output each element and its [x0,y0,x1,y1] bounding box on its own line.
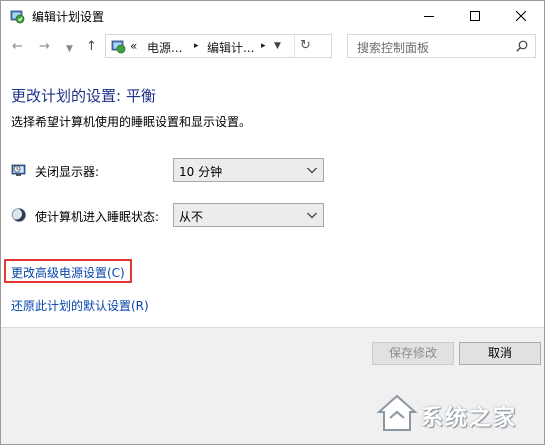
back-arrow-icon[interactable]: ← [12,40,23,54]
chevron-down-icon [307,212,317,219]
edit-plan-settings-window: 编辑计划设置 ← → ▼ ↑ « 电源... ▸ 编辑计... ▸ ▼ ↻ 搜索… [0,0,545,445]
restore-defaults-link[interactable]: 还原此计划的默认设置(R) [11,297,149,314]
up-arrow-icon[interactable]: ↑ [86,40,97,54]
cancel-button[interactable]: 取消 [459,342,541,365]
save-changes-button[interactable]: 保存修改 [372,342,454,365]
page-subtitle: 选择希望计算机使用的睡眠设置和显示设置。 [11,115,252,129]
power-plan-icon [111,40,126,54]
monitor-clock-icon [11,164,26,176]
minimize-icon [424,16,434,17]
address-divider [294,35,295,57]
watermark-text: 系统之家 [421,406,518,431]
chevron-down-icon [307,167,317,174]
breadcrumb-edit-plan[interactable]: 编辑计... [207,39,254,56]
turn-off-display-value: 10 分钟 [179,165,223,179]
maximize-button[interactable] [452,1,498,31]
title-bar: 编辑计划设置 [1,1,544,31]
search-icon[interactable] [516,40,528,52]
sleep-select[interactable]: 从不 [173,203,324,227]
address-dropdown-icon[interactable]: ▼ [274,41,281,51]
breadcrumb-separator-icon[interactable]: ▸ [194,41,199,51]
recent-locations-chevron-icon[interactable]: ▼ [66,42,73,56]
page-title: 更改计划的设置: 平衡 [11,87,156,105]
breadcrumb-power-options[interactable]: 电源... [147,39,182,56]
watermark-house-icon [376,394,418,431]
address-bar[interactable]: « 电源... ▸ 编辑计... ▸ ▼ ↻ [105,34,332,58]
close-button[interactable] [498,1,544,31]
moon-sleep-icon [11,208,26,222]
footer-bar: 保存修改 取消 系统之家 [1,327,544,444]
navigation-bar: ← → ▼ ↑ « 电源... ▸ 编辑计... ▸ ▼ ↻ 搜索控制面板 [1,31,544,63]
sleep-value: 从不 [179,210,204,224]
forward-arrow-icon[interactable]: → [39,40,50,54]
search-box[interactable]: 搜索控制面板 [347,34,536,58]
breadcrumb-separator-icon[interactable]: ▸ [261,41,266,51]
maximize-icon [470,11,480,21]
advanced-power-settings-link[interactable]: 更改高级电源设置(C) [11,264,125,281]
address-overflow-chevron[interactable]: « [130,39,137,53]
close-icon [516,11,526,21]
watermark: 系统之家 [371,388,541,440]
turn-off-display-label: 关闭显示器: [35,165,100,179]
search-placeholder: 搜索控制面板 [357,41,430,55]
sleep-label: 使计算机进入睡眠状态: [35,210,160,224]
refresh-icon[interactable]: ↻ [300,38,311,53]
turn-off-display-select[interactable]: 10 分钟 [173,158,324,182]
window-title: 编辑计划设置 [32,10,105,24]
minimize-button[interactable] [406,1,452,31]
power-plan-icon [10,10,25,24]
